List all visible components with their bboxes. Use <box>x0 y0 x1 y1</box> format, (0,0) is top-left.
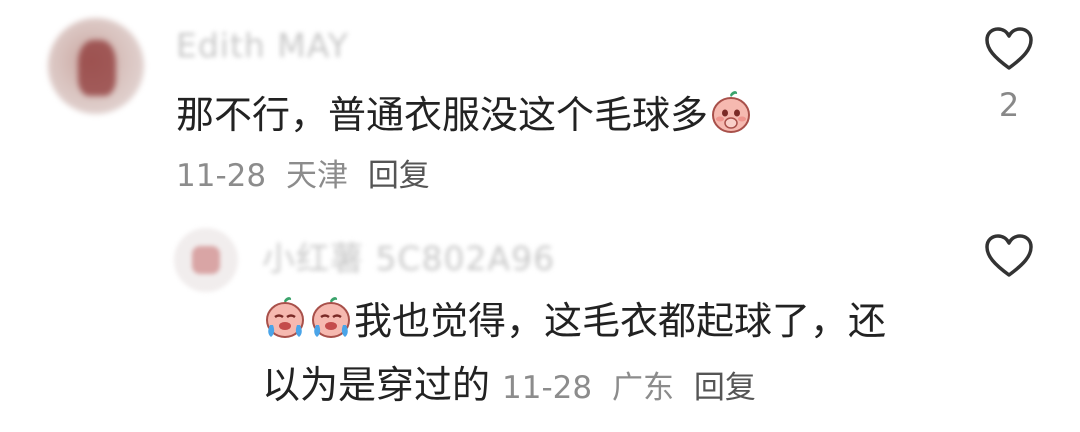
reply-date: 11-28 <box>502 370 593 406</box>
heart-outline-icon[interactable] <box>984 27 1034 71</box>
reply-button[interactable]: 回复 <box>694 370 756 406</box>
shy-peach-emoji-icon <box>712 90 751 133</box>
reply-item: 小红薯 5C802A96 我也觉得，这毛衣都起球了，还 以为是穿过的 11-28… <box>0 210 1080 432</box>
comment-date: 11-28 <box>176 158 267 194</box>
comment-location: 天津 <box>285 158 348 194</box>
reply-meta: 11-28 广东 回复 <box>502 362 766 407</box>
comment-meta: 11-28 天津 回复 <box>176 150 440 195</box>
comment-username[interactable]: Edith MAY <box>176 26 349 65</box>
comment-text-content: 那不行，普通衣服没这个毛球多 <box>176 93 709 137</box>
reply-username[interactable]: 小红薯 5C802A96 <box>262 232 555 280</box>
reply-text: 我也觉得，这毛衣都起球了，还 <box>262 290 886 345</box>
heart-outline-icon[interactable] <box>984 234 1034 278</box>
reply-text-line1: 我也觉得，这毛衣都起球了，还 <box>354 299 887 343</box>
avatar[interactable] <box>174 228 238 292</box>
crying-peach-emoji-icon <box>266 296 304 338</box>
comment-text: 那不行，普通衣服没这个毛球多 <box>176 84 754 139</box>
comment-item: Edith MAY 那不行，普通衣服没这个毛球多 11-28 天津 回复 2 <box>0 0 1080 200</box>
crying-peach-emoji-icon <box>312 296 350 338</box>
reply-text-continued: 以为是穿过的 11-28 广东 回复 <box>262 354 766 409</box>
avatar[interactable] <box>48 18 144 114</box>
like-count: 2 <box>998 86 1020 124</box>
reply-button[interactable]: 回复 <box>368 158 430 194</box>
reply-location: 广东 <box>611 370 674 406</box>
reply-text-line2: 以为是穿过的 <box>262 363 491 407</box>
